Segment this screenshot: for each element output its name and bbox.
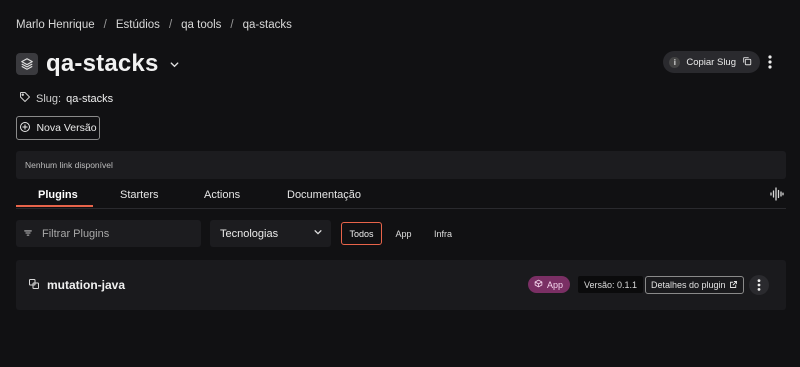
page-header: qa-stacks [16,50,180,78]
breadcrumb-separator: / [230,19,234,31]
plugin-details-label: Detalhes do plugin [651,280,726,290]
active-tab-indicator [16,205,93,207]
filter-plugins-field[interactable] [16,220,201,247]
chevron-down-icon [313,227,323,240]
technologies-select[interactable]: Tecnologias [210,220,331,247]
breadcrumb-item-user[interactable]: Marlo Henrique [16,19,95,31]
tabs-bar: Plugins Starters Actions Documentação [16,183,786,209]
filter-icon [23,227,33,241]
plugin-name[interactable]: mutation-java [47,278,125,292]
plugin-type-badge: App [528,276,571,293]
copy-icon [742,56,752,69]
breadcrumb-item-current: qa-stacks [242,19,292,31]
filter-chip-app[interactable]: App [388,222,419,245]
tag-icon [19,91,31,106]
links-banner-text: Nenhum link disponível [25,160,113,170]
copy-slug-label: Copiar Slug [686,56,736,68]
breadcrumb-item-studio[interactable]: qa tools [181,19,221,31]
more-options-icon[interactable] [762,52,778,72]
plugin-version: Versão: 0.1.1 [578,276,644,293]
breadcrumb: Marlo Henrique / Estúdios / qa tools / q… [16,19,292,31]
breadcrumb-separator: / [103,19,107,31]
new-version-label: Nova Versão [36,122,97,134]
filter-chip-infra[interactable]: Infra [426,222,460,245]
layers-icon [16,53,38,75]
slug-label: Slug: [36,92,62,105]
tab-plugins[interactable]: Plugins [38,189,78,201]
technologies-select-label: Tecnologias [220,227,279,240]
info-icon: i [669,56,681,68]
waveform-icon[interactable] [770,187,784,204]
breadcrumb-item-studios[interactable]: Estúdios [116,19,160,31]
page-title: qa-stacks [46,50,159,77]
slug-row: Slug: qa-stacks [19,91,113,106]
slug-value: qa-stacks [66,92,114,105]
filter-plugins-input[interactable] [42,227,192,240]
plugin-card[interactable]: mutation-java App Versão: 0.1.1 Detalhes… [16,260,786,310]
new-version-button[interactable]: Nova Versão [16,116,100,140]
plus-circle-icon [19,121,31,136]
plugin-icon [28,278,40,293]
plugin-details-button[interactable]: Detalhes do plugin [645,276,744,294]
tab-documentacao[interactable]: Documentação [287,189,361,201]
tab-actions[interactable]: Actions [204,189,240,201]
external-link-icon [729,280,738,291]
links-banner: Nenhum link disponível [16,151,786,179]
plugin-more-options-icon[interactable] [749,275,769,295]
tab-starters[interactable]: Starters [120,189,159,201]
breadcrumb-separator: / [168,19,173,31]
cube-icon [534,279,543,290]
plugin-type-label: App [547,279,564,290]
copy-slug-button[interactable]: i Copiar Slug [663,51,760,73]
chevron-down-icon[interactable] [169,59,180,73]
filter-chip-todos[interactable]: Todos [341,222,382,245]
